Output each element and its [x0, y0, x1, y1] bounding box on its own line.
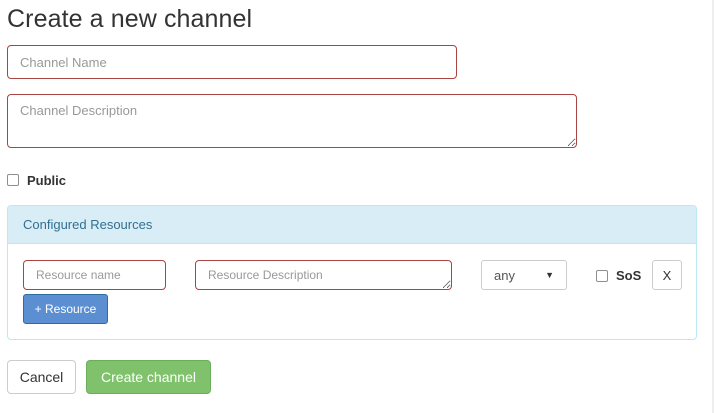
panel-heading-text: Configured Resources [23, 217, 153, 232]
panel-heading: Configured Resources [8, 206, 696, 244]
configured-resources-panel: Configured Resources any ▼ SoS X + Resou… [7, 205, 697, 340]
sos-checkbox[interactable] [596, 269, 608, 282]
channel-name-input[interactable] [7, 45, 457, 79]
cancel-button[interactable]: Cancel [7, 360, 76, 394]
create-channel-button[interactable]: Create channel [86, 360, 211, 394]
public-checkbox[interactable] [7, 174, 19, 186]
public-label: Public [27, 172, 67, 188]
page-title: Create a new channel [7, 5, 253, 33]
public-option: Public [7, 172, 66, 188]
resource-type-value: any [494, 267, 515, 283]
resource-type-select[interactable]: any ▼ [481, 260, 567, 290]
caret-down-icon: ▼ [545, 270, 554, 280]
sos-option: SoS [596, 268, 641, 283]
add-resource-button[interactable]: + Resource [23, 294, 108, 324]
remove-resource-button[interactable]: X [652, 260, 682, 290]
channel-description-input[interactable] [7, 94, 577, 148]
create-channel-page: Create a new channel Public Configured R… [0, 0, 714, 413]
resource-description-input[interactable] [195, 260, 452, 290]
sos-label: SoS [616, 268, 642, 283]
resource-name-input[interactable] [23, 260, 166, 290]
